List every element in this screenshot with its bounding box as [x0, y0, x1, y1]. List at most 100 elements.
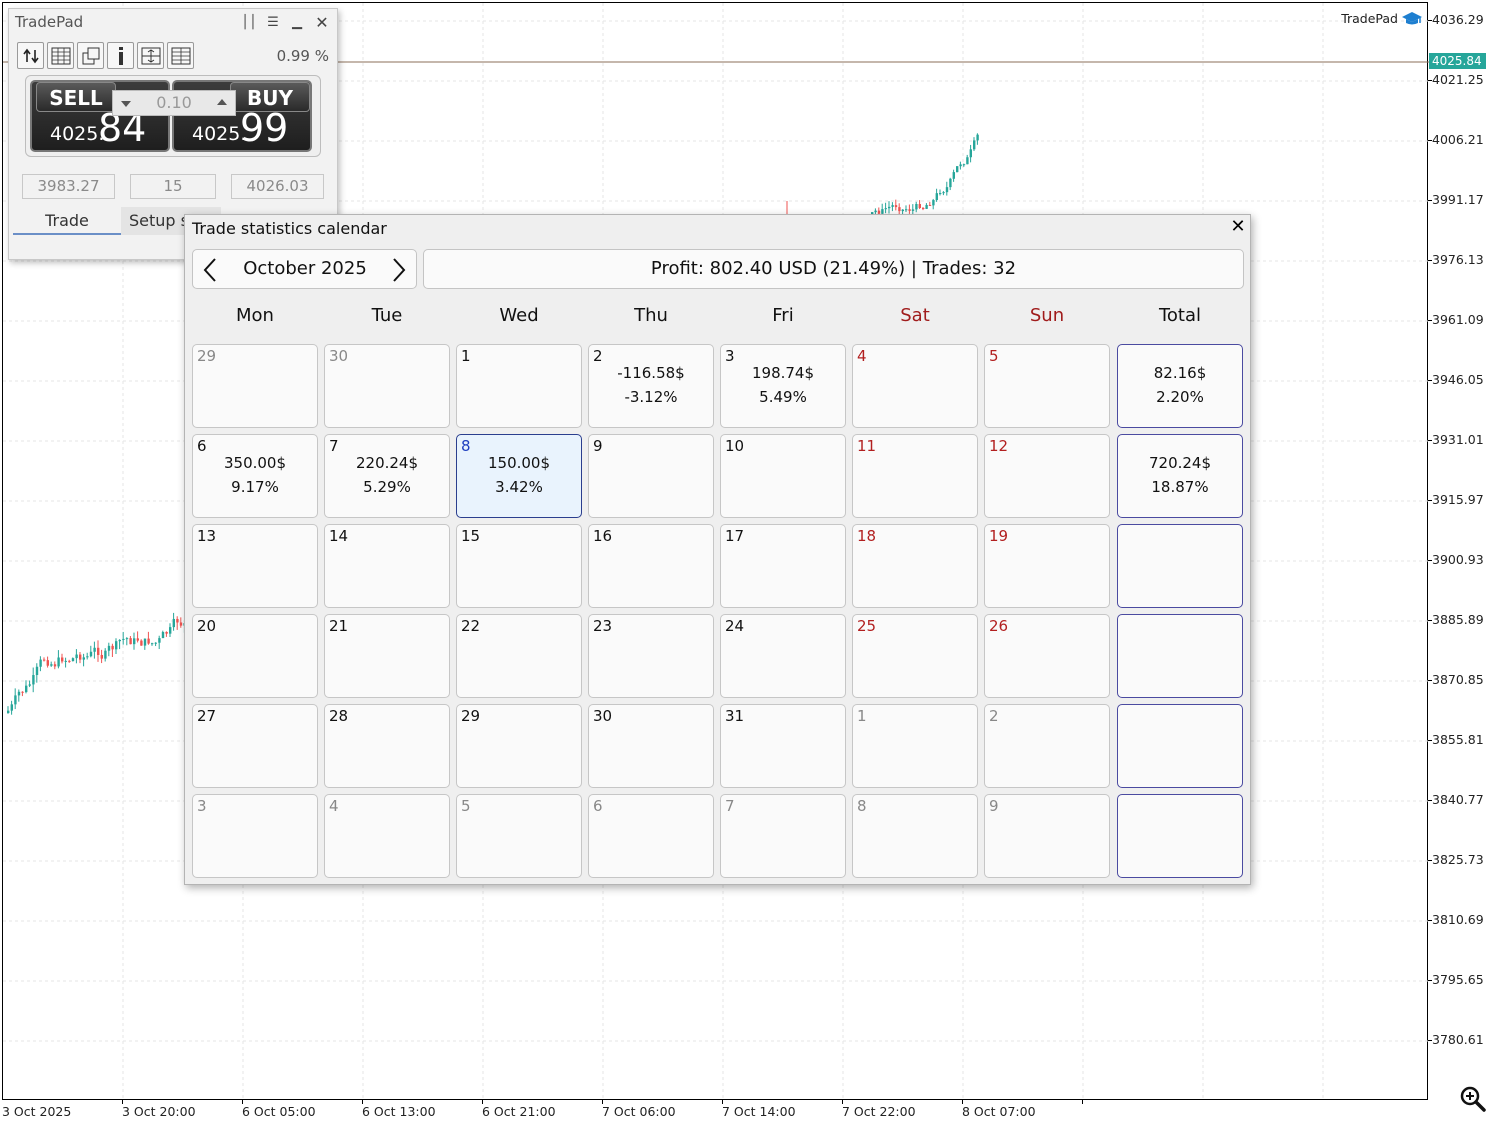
day-cell[interactable]: 23: [588, 614, 714, 698]
chevron-left-icon[interactable]: [199, 256, 223, 284]
day-cell[interactable]: 30: [588, 704, 714, 788]
chevron-right-icon[interactable]: [386, 256, 410, 284]
day-cell[interactable]: 24: [720, 614, 846, 698]
order-type-button[interactable]: [17, 42, 44, 69]
day-cell[interactable]: 3: [192, 794, 318, 878]
weekday-tue: Tue: [371, 305, 403, 326]
lot-increase-icon[interactable]: [217, 99, 227, 105]
day-number: 16: [593, 527, 613, 545]
windows-icon: [82, 47, 99, 64]
day-cell[interactable]: 18: [852, 524, 978, 608]
levels-button[interactable]: [137, 42, 164, 69]
day-cell[interactable]: 2 -116.58$ -3.12%: [588, 344, 714, 428]
day-number: 8: [461, 437, 471, 455]
day-cell[interactable]: 20: [192, 614, 318, 698]
signal-bars-icon[interactable]: ││: [241, 15, 257, 31]
day-number: 24: [725, 617, 745, 635]
day-cell[interactable]: 31: [720, 704, 846, 788]
tab-trade[interactable]: Trade: [13, 207, 121, 235]
day-cell[interactable]: 15: [456, 524, 582, 608]
candle-body: [82, 657, 85, 660]
day-number: 28: [329, 707, 349, 725]
windows-button[interactable]: [77, 42, 104, 69]
zoom-icon[interactable]: [1459, 1085, 1487, 1113]
week-total-cell[interactable]: [1117, 614, 1243, 698]
day-cell[interactable]: 26: [984, 614, 1110, 698]
day-cell[interactable]: 6 350.00$ 9.17%: [192, 434, 318, 518]
day-cell[interactable]: 7 220.24$ 5.29%: [324, 434, 450, 518]
week-total-cell[interactable]: [1117, 704, 1243, 788]
risk-percent[interactable]: 0.99 %: [267, 47, 329, 65]
week-total-cell[interactable]: 82.16$ 2.20%: [1117, 344, 1243, 428]
day-cell[interactable]: 4: [324, 794, 450, 878]
menu-list-icon[interactable]: ☰: [265, 15, 281, 31]
stop-loss-field[interactable]: 3983.27: [22, 174, 115, 199]
week-total-cell[interactable]: [1117, 524, 1243, 608]
candle-body: [959, 164, 962, 167]
week-total-cell[interactable]: [1117, 794, 1243, 878]
day-cell[interactable]: 12: [984, 434, 1110, 518]
day-number: 11: [857, 437, 877, 455]
day-cell[interactable]: 13: [192, 524, 318, 608]
day-cell[interactable]: 27: [192, 704, 318, 788]
day-cell[interactable]: 17: [720, 524, 846, 608]
lot-size-stepper[interactable]: 0.10: [112, 90, 236, 116]
day-cell[interactable]: 21: [324, 614, 450, 698]
candle-body: [107, 645, 111, 651]
day-cell[interactable]: 14: [324, 524, 450, 608]
minimize-icon[interactable]: ▁: [289, 15, 305, 31]
candle-body: [21, 691, 24, 693]
day-cell[interactable]: 8 150.00$ 3.42%: [456, 434, 582, 518]
lot-decrease-icon[interactable]: [121, 101, 131, 107]
candle-body: [39, 659, 42, 667]
day-cell[interactable]: 25: [852, 614, 978, 698]
day-cell[interactable]: 10: [720, 434, 846, 518]
day-number: 10: [725, 437, 745, 455]
day-cell[interactable]: 2: [984, 704, 1110, 788]
day-cell[interactable]: 8: [852, 794, 978, 878]
day-cell[interactable]: 30: [324, 344, 450, 428]
day-cell[interactable]: 16: [588, 524, 714, 608]
take-profit-field[interactable]: 4026.03: [231, 174, 324, 199]
day-cell[interactable]: 3 198.74$ 5.49%: [720, 344, 846, 428]
day-number: 18: [857, 527, 877, 545]
day-number: 31: [725, 707, 745, 725]
close-icon[interactable]: ✕: [314, 15, 330, 31]
day-cell[interactable]: 6: [588, 794, 714, 878]
day-cell[interactable]: 28: [324, 704, 450, 788]
candle-body: [43, 659, 46, 661]
candle-body: [158, 638, 161, 643]
day-cell[interactable]: 9: [984, 794, 1110, 878]
day-cell[interactable]: 5: [984, 344, 1110, 428]
grid-orders-button[interactable]: [47, 42, 74, 69]
day-cell[interactable]: 7: [720, 794, 846, 878]
info-button[interactable]: [107, 42, 134, 69]
day-cell[interactable]: 9: [588, 434, 714, 518]
day-percent: 3.42%: [495, 478, 543, 496]
candle-body: [97, 647, 100, 655]
price-axis-label: 4006.21: [1432, 132, 1484, 147]
price-axis-label: 3991.17: [1432, 192, 1484, 207]
calendar-close-icon[interactable]: ✕: [1229, 218, 1247, 236]
spread-field[interactable]: 15: [130, 174, 216, 199]
price-axis-tick: [1428, 140, 1432, 141]
day-cell[interactable]: 5: [456, 794, 582, 878]
split-button[interactable]: [167, 42, 194, 69]
day-cell[interactable]: 4: [852, 344, 978, 428]
candle-body: [35, 666, 39, 676]
day-cell[interactable]: 29: [192, 344, 318, 428]
day-cell[interactable]: 29: [456, 704, 582, 788]
candle-body: [956, 166, 959, 173]
day-cell[interactable]: 11: [852, 434, 978, 518]
price-axis-label: 3946.05: [1432, 372, 1484, 387]
lot-value[interactable]: 0.10: [156, 93, 192, 112]
day-cell[interactable]: 1: [852, 704, 978, 788]
candle-body: [888, 206, 891, 209]
time-axis-tick: [1082, 1100, 1083, 1104]
day-cell[interactable]: 1: [456, 344, 582, 428]
week-total-cell[interactable]: 720.24$ 18.87%: [1117, 434, 1243, 518]
candle-body: [143, 638, 147, 646]
day-cell[interactable]: 22: [456, 614, 582, 698]
day-cell[interactable]: 19: [984, 524, 1110, 608]
current-month: October 2025: [243, 258, 367, 279]
